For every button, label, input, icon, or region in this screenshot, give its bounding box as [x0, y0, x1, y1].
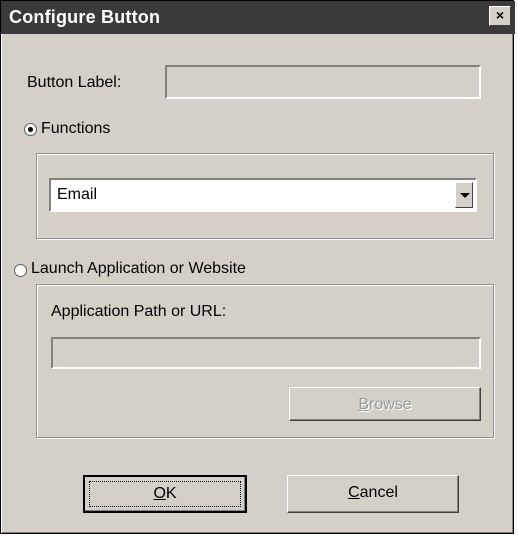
button-label-input[interactable]: [165, 65, 481, 99]
function-dropdown-value: Email: [57, 186, 98, 203]
launch-radio[interactable]: [14, 264, 27, 277]
cancel-button[interactable]: Cancel: [287, 475, 459, 513]
dialog-title: Configure Button: [9, 7, 161, 27]
ok-button-label: OK: [153, 485, 177, 502]
functions-group: Email: [36, 153, 494, 239]
browse-button[interactable]: Browse: [289, 387, 481, 421]
configure-button-dialog: Configure Button × Button Label: Functio…: [0, 0, 515, 534]
path-url-input[interactable]: [51, 337, 481, 369]
launch-radio-label[interactable]: Launch Application or Website: [31, 260, 246, 278]
cancel-button-label: Cancel: [348, 484, 398, 501]
ok-button[interactable]: OK: [83, 475, 247, 513]
browse-button-label: Browse: [358, 396, 412, 413]
close-button[interactable]: ×: [489, 6, 511, 26]
close-icon: ×: [495, 7, 505, 23]
functions-radio[interactable]: [24, 123, 37, 136]
radio-selected-dot: [28, 127, 33, 132]
path-url-caption: Application Path or URL:: [51, 303, 227, 320]
button-label-caption: Button Label:: [27, 74, 122, 91]
title-bar[interactable]: Configure Button ×: [1, 1, 515, 34]
functions-radio-label[interactable]: Functions: [41, 120, 110, 138]
launch-group: Application Path or URL: Browse: [36, 284, 494, 438]
function-dropdown[interactable]: Email: [49, 178, 477, 212]
chevron-down-icon[interactable]: [455, 182, 473, 208]
